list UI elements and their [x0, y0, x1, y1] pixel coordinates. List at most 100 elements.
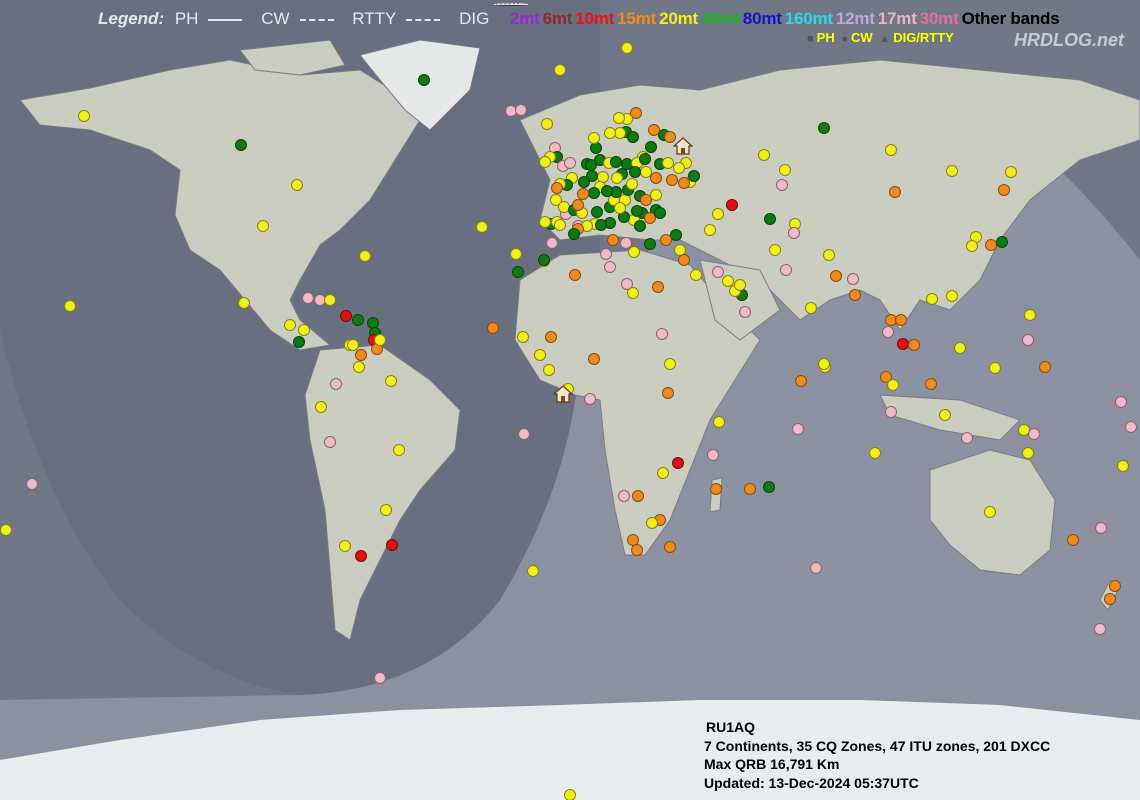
qso-point[interactable] [664, 358, 676, 370]
qso-point[interactable] [352, 314, 364, 326]
qso-point[interactable] [601, 185, 613, 197]
qso-point[interactable] [631, 544, 643, 556]
qso-point[interactable] [739, 306, 751, 318]
qso-point[interactable] [763, 481, 775, 493]
qso-point[interactable] [591, 206, 603, 218]
qso-point[interactable] [374, 334, 386, 346]
qso-point[interactable] [487, 322, 499, 334]
qso-point[interactable] [657, 467, 669, 479]
qso-point[interactable] [604, 127, 616, 139]
qso-point[interactable] [895, 314, 907, 326]
qso-point[interactable] [1104, 593, 1116, 605]
qso-point[interactable] [539, 216, 551, 228]
qso-point[interactable] [534, 349, 546, 361]
qso-point[interactable] [604, 261, 616, 273]
qso-point[interactable] [627, 287, 639, 299]
qso-point[interactable] [712, 266, 724, 278]
qso-point[interactable] [645, 141, 657, 153]
qso-point[interactable] [527, 565, 539, 577]
qso-point[interactable] [882, 326, 894, 338]
qso-point[interactable] [628, 246, 640, 258]
qso-point[interactable] [664, 541, 676, 553]
qso-point[interactable] [673, 162, 685, 174]
qso-map[interactable]: Legend: PH CW RTTY DIG 2mt 6mt 10mt 15mt 20m… [0, 0, 1140, 800]
qso-point[interactable] [678, 254, 690, 266]
qso-point[interactable] [564, 789, 576, 800]
qso-point[interactable] [588, 132, 600, 144]
qso-point[interactable] [543, 364, 555, 376]
qso-point[interactable] [810, 562, 822, 574]
qso-point[interactable] [551, 182, 563, 194]
qso-point[interactable] [1022, 447, 1034, 459]
qso-point[interactable] [0, 524, 12, 536]
qso-point[interactable] [629, 166, 641, 178]
qso-point[interactable] [998, 184, 1010, 196]
qso-point[interactable] [660, 234, 672, 246]
qso-point[interactable] [707, 449, 719, 461]
qso-point[interactable] [302, 292, 314, 304]
qso-point[interactable] [626, 178, 638, 190]
qso-point[interactable] [564, 157, 576, 169]
qso-point[interactable] [284, 319, 296, 331]
qso-point[interactable] [355, 349, 367, 361]
qso-point[interactable] [298, 324, 310, 336]
qso-point[interactable] [984, 506, 996, 518]
qso-point[interactable] [985, 239, 997, 251]
qso-point[interactable] [1005, 166, 1017, 178]
qso-point[interactable] [672, 457, 684, 469]
qso-point[interactable] [788, 227, 800, 239]
qso-point[interactable] [1115, 396, 1127, 408]
qso-point[interactable] [607, 234, 619, 246]
qso-point[interactable] [805, 302, 817, 314]
qso-point[interactable] [946, 290, 958, 302]
qso-point[interactable] [654, 207, 666, 219]
qso-point[interactable] [324, 436, 336, 448]
qso-point[interactable] [1117, 460, 1129, 472]
qso-point[interactable] [554, 219, 566, 231]
qso-point[interactable] [662, 387, 674, 399]
qso-point[interactable] [704, 224, 716, 236]
qso-point[interactable] [634, 220, 646, 232]
qso-point[interactable] [656, 328, 668, 340]
qso-point[interactable] [1022, 334, 1034, 346]
qso-point[interactable] [688, 170, 700, 182]
qso-point[interactable] [621, 42, 633, 54]
qso-point[interactable] [611, 172, 623, 184]
qso-point[interactable] [764, 213, 776, 225]
qso-point[interactable] [666, 174, 678, 186]
qso-point[interactable] [538, 254, 550, 266]
qso-point[interactable] [517, 331, 529, 343]
qso-point[interactable] [512, 266, 524, 278]
qso-point[interactable] [646, 517, 658, 529]
qso-point[interactable] [847, 273, 859, 285]
qso-point[interactable] [554, 64, 566, 76]
qso-point[interactable] [600, 248, 612, 260]
qso-point[interactable] [946, 165, 958, 177]
qso-point[interactable] [353, 361, 365, 373]
qso-point[interactable] [889, 186, 901, 198]
qso-point[interactable] [386, 539, 398, 551]
qso-point[interactable] [1095, 522, 1107, 534]
qso-point[interactable] [235, 139, 247, 151]
qso-point[interactable] [795, 375, 807, 387]
qso-point[interactable] [639, 153, 651, 165]
qso-point[interactable] [393, 444, 405, 456]
qso-point[interactable] [614, 202, 626, 214]
qso-point[interactable] [618, 490, 630, 502]
qso-point[interactable] [1067, 534, 1079, 546]
qso-point[interactable] [726, 199, 738, 211]
qso-point[interactable] [1125, 421, 1137, 433]
qso-point[interactable] [769, 244, 781, 256]
qso-point[interactable] [996, 236, 1008, 248]
qso-point[interactable] [779, 164, 791, 176]
qso-point[interactable] [595, 219, 607, 231]
qso-point[interactable] [640, 166, 652, 178]
qso-point[interactable] [315, 401, 327, 413]
qso-point[interactable] [908, 339, 920, 351]
qso-point[interactable] [648, 124, 660, 136]
qso-point[interactable] [578, 176, 590, 188]
qso-point[interactable] [954, 342, 966, 354]
qso-point[interactable] [539, 156, 551, 168]
qso-point[interactable] [627, 131, 639, 143]
qso-point[interactable] [939, 409, 951, 421]
